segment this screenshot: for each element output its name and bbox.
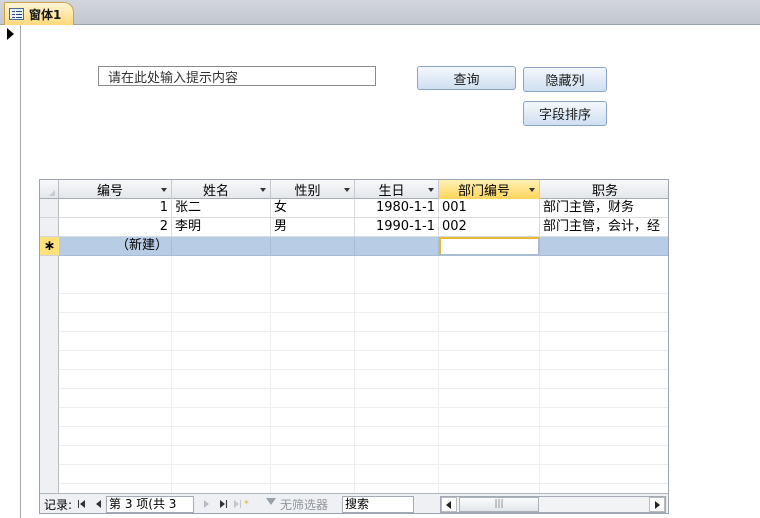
last-record-icon[interactable] <box>220 500 228 509</box>
column-header-label: 职务 <box>591 184 618 199</box>
chevron-down-icon[interactable] <box>344 188 350 192</box>
select-all-corner[interactable] <box>40 180 59 199</box>
cell-birthday[interactable] <box>355 237 439 256</box>
search-box[interactable]: 搜索 <box>342 496 414 513</box>
column-header-name[interactable]: 姓名 <box>172 180 271 199</box>
column-header-label: 性别 <box>294 184 321 199</box>
record-navigation-bar: 记录: 第 3 项(共 3 项) ✶ 无筛选器 搜索 ||| <box>40 493 668 513</box>
current-record-field[interactable]: 第 3 项(共 3 项) <box>106 496 194 513</box>
table-row[interactable]: 1 张二 女 1980-1-1 001 部门主管，财务 <box>40 199 668 218</box>
grid-line <box>59 389 668 408</box>
column-header-dept-id[interactable]: 部门编号 <box>439 180 540 199</box>
current-record-arrow-icon <box>7 28 14 40</box>
sort-field-button[interactable]: 字段排序 <box>523 101 607 126</box>
column-header-gender[interactable]: 性别 <box>271 180 355 199</box>
column-header-position[interactable]: 职务 <box>540 180 668 199</box>
cell-position[interactable] <box>540 237 668 256</box>
form-icon <box>9 8 24 20</box>
column-header-label: 部门编号 <box>457 184 510 199</box>
grid-line <box>270 256 271 493</box>
grid-line <box>59 427 668 446</box>
grid-line <box>171 256 172 493</box>
cell-dept-id-focused[interactable] <box>439 237 540 256</box>
column-header-label: 姓名 <box>202 184 229 199</box>
query-button[interactable]: 查询 <box>417 66 516 90</box>
grid-line <box>59 351 668 370</box>
row-selector[interactable] <box>40 218 59 237</box>
cell-name[interactable]: 张二 <box>172 199 271 218</box>
cell-name[interactable]: 李明 <box>172 218 271 237</box>
scroll-thumb[interactable]: ||| <box>459 497 539 512</box>
cell-name[interactable] <box>172 237 271 256</box>
column-header-label: 编号 <box>96 184 123 199</box>
filter-status[interactable]: 无筛选器 <box>280 497 328 513</box>
grid-line <box>59 313 668 332</box>
grid-line <box>59 446 668 465</box>
grid-line <box>59 370 668 389</box>
new-record-row[interactable]: ∗ （新建） <box>40 237 668 256</box>
scroll-left-button[interactable] <box>441 497 457 512</box>
filter-icon <box>266 498 276 505</box>
grid-line <box>59 465 668 484</box>
grid-line <box>539 256 540 493</box>
cell-birthday[interactable]: 1990-1-1 <box>355 218 439 237</box>
scroll-right-button[interactable] <box>649 497 665 512</box>
grid-line <box>59 408 668 427</box>
chevron-down-icon[interactable] <box>529 188 535 192</box>
cell-dept-id[interactable]: 001 <box>439 199 540 218</box>
cell-id[interactable]: 1 <box>59 199 172 218</box>
record-label: 记录: <box>44 498 73 512</box>
cell-gender[interactable]: 男 <box>271 218 355 237</box>
tab-form1-label: 窗体1 <box>29 7 62 22</box>
datasheet-header: 编号 姓名 性别 生日 部门编号 职务 <box>40 180 668 199</box>
chevron-down-icon[interactable] <box>428 188 434 192</box>
grid-line <box>59 332 668 351</box>
form-record-selector[interactable] <box>0 25 21 518</box>
first-record-icon[interactable] <box>78 500 86 509</box>
column-header-id[interactable]: 编号 <box>59 180 172 199</box>
hide-column-button[interactable]: 隐藏列 <box>523 67 607 92</box>
grid-line <box>438 256 439 493</box>
row-selector[interactable] <box>40 199 59 218</box>
chevron-down-icon[interactable] <box>260 188 266 192</box>
new-record-icon[interactable]: ∗ <box>40 237 59 256</box>
datasheet-subform[interactable]: 编号 姓名 性别 生日 部门编号 职务 1 张二 女 1980-1-1 001 <box>39 179 669 514</box>
prompt-input[interactable] <box>98 66 376 86</box>
new-record-nav-icon: ✶ <box>234 498 250 509</box>
document-tab-bar: 窗体1 <box>0 0 760 25</box>
grid-line <box>59 294 668 313</box>
cell-gender[interactable]: 女 <box>271 199 355 218</box>
table-row[interactable]: 2 李明 男 1990-1-1 002 部门主管，会计，经 <box>40 218 668 237</box>
cell-birthday[interactable]: 1980-1-1 <box>355 199 439 218</box>
cell-position[interactable]: 部门主管，会计，经 <box>540 218 668 237</box>
column-header-birthday[interactable]: 生日 <box>355 180 439 199</box>
grid-line <box>354 256 355 493</box>
cell-dept-id[interactable]: 002 <box>439 218 540 237</box>
next-record-icon <box>204 500 209 508</box>
cell-id[interactable]: 2 <box>59 218 172 237</box>
new-record-label[interactable]: （新建） <box>59 237 172 256</box>
horizontal-scrollbar[interactable]: ||| <box>440 496 666 513</box>
previous-record-icon[interactable] <box>96 500 101 508</box>
column-header-label: 生日 <box>378 184 405 199</box>
chevron-down-icon[interactable] <box>161 188 167 192</box>
tab-form1[interactable]: 窗体1 <box>4 2 74 25</box>
grid-line <box>59 275 668 294</box>
cell-gender[interactable] <box>271 237 355 256</box>
cell-position[interactable]: 部门主管，财务 <box>540 199 668 218</box>
